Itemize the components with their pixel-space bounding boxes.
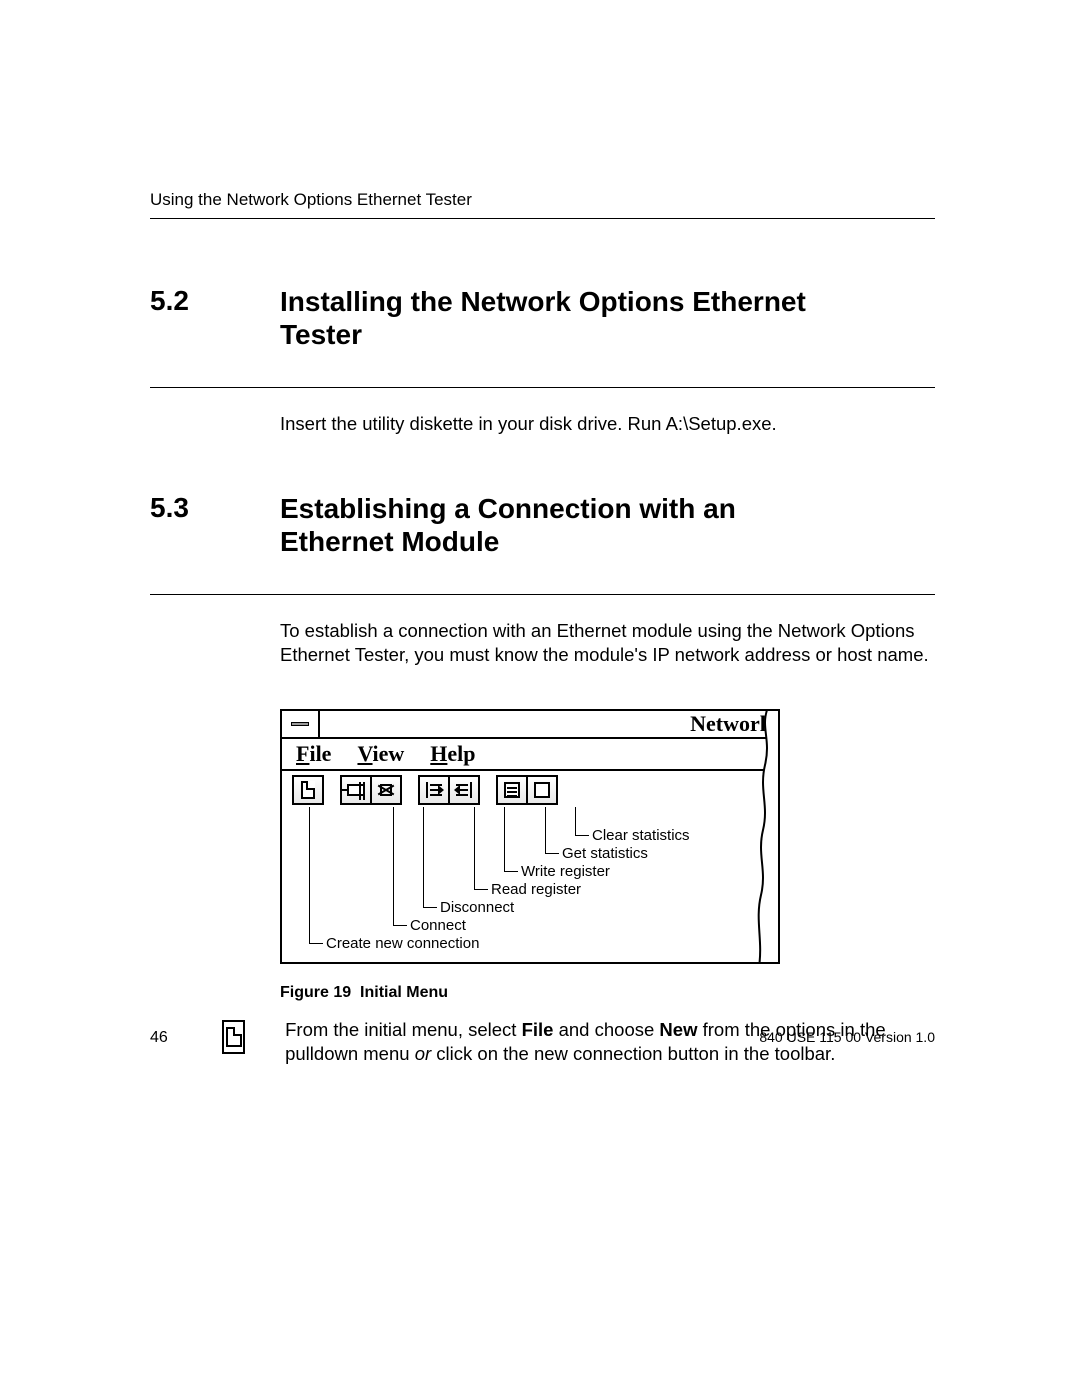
new-document-icon xyxy=(301,781,315,799)
section-title-5-3: Establishing a Connection with an Ethern… xyxy=(280,492,820,558)
document-id: 840 USE 115 00 Version 1.0 xyxy=(759,1029,935,1045)
menu-help[interactable]: Help xyxy=(430,741,475,767)
window-title: Network xyxy=(690,711,772,737)
callout-new-connection: Create new connection xyxy=(326,935,479,952)
callout-clear-statistics: Clear statistics xyxy=(592,827,690,844)
clear-statistics-icon xyxy=(534,782,550,798)
page-number: 46 xyxy=(150,1029,168,1046)
write-register-button[interactable] xyxy=(448,775,480,805)
disconnect-icon xyxy=(377,781,395,799)
callout-read-register: Read register xyxy=(491,881,581,898)
system-menu-icon xyxy=(291,722,309,726)
menu-file[interactable]: File xyxy=(296,741,331,767)
clear-statistics-button[interactable] xyxy=(526,775,558,805)
callout-disconnect: Disconnect xyxy=(440,899,514,916)
section-5-2-body: Insert the utility diskette in your disk… xyxy=(280,412,935,436)
figure-caption: Figure 19 Initial Menu xyxy=(280,984,780,1002)
system-menu-button[interactable] xyxy=(282,711,320,737)
section-title-5-2: Installing the Network Options Ethernet … xyxy=(280,285,820,351)
disconnect-button[interactable] xyxy=(370,775,402,805)
read-register-button[interactable] xyxy=(418,775,450,805)
section-number-5-3: 5.3 xyxy=(150,492,280,524)
write-register-icon xyxy=(456,782,472,798)
callout-connect: Connect xyxy=(410,917,466,934)
get-statistics-button[interactable] xyxy=(496,775,528,805)
screenshot-window: Network File View Help xyxy=(280,709,780,964)
menu-view[interactable]: View xyxy=(357,741,404,767)
section-rule xyxy=(150,387,935,388)
running-header: Using the Network Options Ethernet Teste… xyxy=(150,190,935,210)
callout-get-statistics: Get statistics xyxy=(562,845,648,862)
section-number-5-2: 5.2 xyxy=(150,285,280,317)
callout-write-register: Write register xyxy=(521,863,610,880)
figure-19: Network File View Help xyxy=(280,709,780,1002)
menu-bar: File View Help xyxy=(282,739,778,771)
page-footer: 46 840 USE 115 00 Version 1.0 xyxy=(150,1029,935,1047)
section-rule xyxy=(150,594,935,595)
toolbar xyxy=(282,771,778,807)
header-rule xyxy=(150,218,935,219)
read-register-icon xyxy=(426,782,442,798)
connect-button[interactable] xyxy=(340,775,372,805)
section-5-3-body: To establish a connection with an Ethern… xyxy=(280,619,935,667)
title-bar: Network xyxy=(282,711,778,739)
callout-overlay: Clear statistics Get statistics Write re… xyxy=(282,807,778,962)
connect-icon xyxy=(347,784,365,796)
document-page: Using the Network Options Ethernet Teste… xyxy=(0,0,1080,1397)
get-statistics-icon xyxy=(504,782,520,798)
new-connection-button[interactable] xyxy=(292,775,324,805)
